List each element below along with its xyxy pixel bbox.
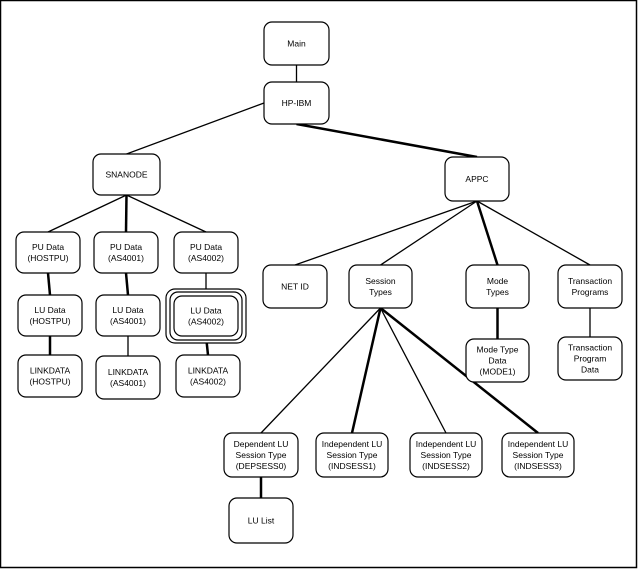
node-indsess3[interactable]: Independent LUSession Type(INDSESS3) [501,432,575,478]
node-label: Independent LU [416,439,477,449]
node-label: Transaction [568,276,612,286]
node-label: (AS4002) [188,253,224,263]
node-mode-types[interactable]: ModeTypes [465,264,530,309]
node-label: LU List [248,516,275,526]
node-label: LU Data [34,305,65,315]
edge-hpibm-snanode [126,102,265,155]
node-label: Session Type [513,450,564,460]
node-link-as4001[interactable]: LINKDATA(AS4001) [95,355,161,400]
node-label: APPC [465,174,488,184]
node-label: (HOSTPU) [27,253,68,263]
node-hpibm[interactable]: HP-IBM [263,81,330,125]
node-label: (AS4001) [110,378,146,388]
node-lulist[interactable]: LU List [228,497,294,544]
node-lu-as4001[interactable]: LU Data(AS4001) [95,294,161,337]
tree-diagram: MainHP-IBMSNANODE APPCPU Data(HOSTPU)PU D… [0,0,638,569]
node-label: (INDSESS1) [328,461,376,471]
node-link-as4002[interactable]: LINKDATA(AS4002) [175,354,241,398]
node-label: Dependent LU [234,439,289,449]
node-tp-data[interactable]: TransactionProgramData [557,336,623,381]
node-link-hostpu[interactable]: LINKDATA(HOSTPU) [17,354,83,398]
edge-pu_as4001-lu_as4001 [124,272,130,296]
node-label: Session Type [236,450,287,460]
node-label: (MODE1) [480,367,516,377]
node-label: HP-IBM [282,98,312,108]
node-label: SNANODE [105,170,147,180]
node-tp[interactable]: TransactionPrograms [557,264,623,309]
edge-snanode-pu_hostpu [47,194,127,233]
node-label: Mode Type [477,345,519,355]
node-label: (INDSESS2) [422,461,470,471]
node-label: LU Data [190,306,221,316]
diagram-canvas: Main HP-IBM SNANODE APPC PU Data (HOSTPU) PU D… [0,0,638,573]
node-label: PU Data [190,242,222,252]
node-label: (DEPSESS0) [236,461,287,471]
edge-session_types-indsess1 [350,307,382,434]
node-indsess1[interactable]: Independent LUSession Type(INDSESS1) [315,432,389,478]
node-label: LINKDATA [108,367,149,377]
node-label: (AS4001) [108,253,144,263]
node-label: LINKDATA [30,366,71,376]
node-label: Types [369,287,392,297]
node-label: (HOSTPU) [29,377,70,387]
node-label: LINKDATA [188,366,229,376]
node-lu-hostpu[interactable]: LU Data(HOSTPU) [17,294,83,337]
node-label: PU Data [110,242,142,252]
node-label: Data [581,365,599,375]
edge-snanode-pu_as4002 [126,194,207,233]
node-label: (AS4002) [190,377,226,387]
node-label: Data [489,356,507,366]
node-session-types[interactable]: SessionTypes [348,264,413,309]
node-mode-data[interactable]: Mode TypeData(MODE1) [465,338,530,383]
node-label: Types [486,287,509,297]
node-label: Program [574,354,607,364]
node-label: (INDSESS3) [514,461,562,471]
node-netid[interactable]: NET ID [262,264,328,309]
node-snanode[interactable]: SNANODE [92,153,161,196]
edge-snanode-pu_as4001 [124,194,128,233]
node-pu-as4002[interactable]: PU Data(AS4002) [173,231,239,274]
node-label: LU Data [112,305,143,315]
node-label: (HOSTPU) [29,316,70,326]
edge-appc-netid [294,200,478,266]
node-appc[interactable]: APPC [444,156,510,202]
node-pu-as4001[interactable]: PU Data(AS4001) [93,231,159,274]
edge-session_types-depsess0 [260,307,381,434]
node-indsess2[interactable]: Independent LUSession Type(INDSESS2) [409,432,483,478]
node-label: (AS4002) [188,317,224,327]
node-label: PU Data [32,242,64,252]
node-lu-as4002[interactable]: LU Data(AS4002) [165,288,247,344]
edge-hpibm-appc [296,122,478,159]
node-depsess0[interactable]: Dependent LUSession Type(DEPSESS0) [223,432,299,478]
edge-session_types-indsess2 [379,307,447,434]
node-pu-hostpu[interactable]: PU Data(HOSTPU) [15,231,81,274]
node-label: Session Type [327,450,378,460]
edge-appc-session_types [380,200,478,266]
node-label: Session [365,276,396,286]
node-label: (AS4001) [110,316,146,326]
node-label: Mode [487,276,509,286]
edge-pu_hostpu-lu_hostpu [46,272,52,296]
node-label: NET ID [281,282,309,292]
node-label: Main [287,39,306,49]
node-main[interactable]: Main [263,21,330,66]
node-label: Programs [572,287,609,297]
node-label: Independent LU [322,439,383,449]
node-label: Independent LU [508,439,569,449]
node-label: Session Type [421,450,472,460]
node-label: Transaction [568,343,612,353]
